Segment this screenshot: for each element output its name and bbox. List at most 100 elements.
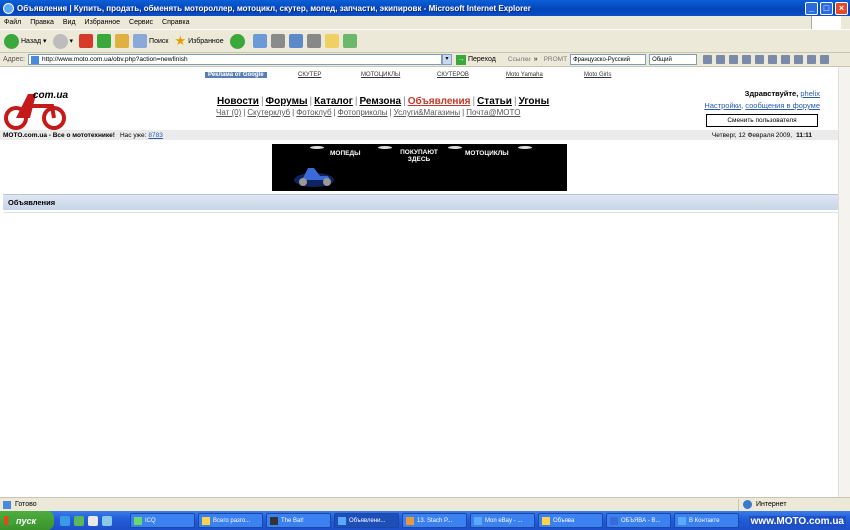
online-count-link[interactable]: 8783: [148, 132, 162, 139]
taskbar: пуск ICQ Всего разго... The Bat! Объявле…: [0, 511, 850, 530]
menu-file[interactable]: Файл: [4, 19, 21, 26]
ad-link-scooter[interactable]: СКУТЕР: [298, 72, 321, 78]
nav-articles[interactable]: Статьи: [477, 96, 512, 107]
maximize-button[interactable]: □: [820, 1, 833, 15]
tools-icon[interactable]: [794, 55, 804, 64]
help-icon[interactable]: [820, 55, 830, 64]
site-watermark: www.MOTO.com.ua: [748, 516, 846, 527]
chevron-icon[interactable]: »: [534, 56, 538, 63]
settings-icon[interactable]: [742, 55, 752, 64]
task-thebat[interactable]: The Bat!: [266, 513, 331, 528]
nav-thefts[interactable]: Угоны: [519, 96, 550, 107]
history-tool-icon[interactable]: [768, 55, 778, 64]
nav-forums[interactable]: Форумы: [266, 96, 308, 107]
links-button[interactable]: Ссылки: [508, 56, 531, 63]
nav-classifieds[interactable]: Объявления: [408, 96, 471, 107]
go-button[interactable]: → Переход: [455, 54, 496, 65]
task-ebay[interactable]: Mon eBay - ...: [470, 513, 535, 528]
folder-icon: [542, 516, 550, 525]
translate-page-icon[interactable]: [716, 55, 726, 64]
ad-link-motorcycles[interactable]: МОТОЦИКЛЫ: [361, 72, 400, 78]
word-icon: [610, 516, 618, 525]
zoom-icon[interactable]: [781, 55, 791, 64]
translate-direction-select[interactable]: Французско-Русский: [570, 54, 647, 65]
messenger-icon[interactable]: [342, 34, 357, 48]
options-icon[interactable]: [755, 55, 765, 64]
home-icon[interactable]: [115, 34, 130, 48]
forward-button[interactable]: ▾: [52, 33, 73, 49]
online-label: Нас уже:: [119, 131, 147, 139]
ie-icon: [338, 516, 346, 525]
subnav-scooterclub[interactable]: Скутерклуб: [247, 108, 290, 117]
moto-logo[interactable]: com.ua: [4, 86, 70, 130]
ad-link-girls[interactable]: Moto Girls: [584, 72, 611, 78]
quick-launch: [60, 515, 116, 526]
lamp-icon: [378, 146, 392, 149]
sub-navigation: Чат (0) | Скутерклуб | Фотоклуб | Фотоприколы |…: [216, 108, 521, 117]
settings-link[interactable]: Настройки: [704, 101, 741, 110]
username-link[interactable]: phelix: [800, 89, 820, 98]
main-navigation: Новости | Форумы | Каталог | Ремзона | Объявлени…: [217, 96, 550, 107]
windows-logo-icon: [811, 16, 841, 29]
nav-catalog[interactable]: Каталог: [314, 96, 353, 107]
favorites-button[interactable]: ★ Избранное: [174, 33, 223, 49]
discuss-icon[interactable]: [306, 34, 321, 48]
translator-tools: [703, 55, 833, 64]
dictionary-icon[interactable]: [729, 55, 739, 64]
translate-icon[interactable]: [703, 55, 713, 64]
task-folder2[interactable]: Объява: [538, 513, 603, 528]
task-classifieds[interactable]: Объявлени...: [334, 513, 399, 528]
section-title: Объявления: [8, 198, 56, 207]
task-folder[interactable]: Всего разго...: [198, 513, 263, 528]
nav-news[interactable]: Новости: [217, 96, 259, 107]
menu-edit[interactable]: Правка: [30, 19, 54, 26]
minimize-button[interactable]: _: [805, 1, 818, 15]
start-button[interactable]: пуск: [0, 511, 54, 530]
refresh-icon[interactable]: [97, 34, 112, 48]
task-doc[interactable]: ОБЪЯВА - В...: [606, 513, 671, 528]
google-ads-label[interactable]: Реклама от Google: [205, 72, 267, 78]
nav-repair[interactable]: Ремзона: [360, 96, 402, 107]
folder-icon[interactable]: [324, 34, 339, 48]
ad-banner[interactable]: МОПЕДЫ ПОКУПАЮТ ЗДЕСЬ МОТОЦИКЛЫ: [272, 144, 567, 191]
dictionary-select[interactable]: Общий: [649, 54, 698, 65]
search-button[interactable]: Поиск: [133, 34, 168, 48]
subnav-chat[interactable]: Чат (0): [216, 108, 241, 117]
explorer-quicklaunch-icon[interactable]: [102, 515, 112, 526]
menu-help[interactable]: Справка: [162, 19, 189, 26]
task-buttons: ICQ Всего разго... The Bat! Объявлени...…: [130, 513, 742, 528]
menu-favorites[interactable]: Избранное: [85, 19, 120, 26]
history-icon[interactable]: [229, 33, 245, 49]
subnav-services[interactable]: Услуги&Магазины: [394, 108, 461, 117]
back-button[interactable]: Назад ▾: [4, 33, 47, 49]
ad-link-yamaha[interactable]: Moto Yamaha: [506, 72, 543, 78]
title-bar: Объявления | Купить, продать, обменять м…: [0, 0, 850, 16]
subnav-photofun[interactable]: Фотоприколы: [338, 108, 388, 117]
page-done-icon: [3, 500, 11, 509]
stop-icon[interactable]: [79, 34, 94, 48]
ie-quicklaunch-icon[interactable]: [60, 515, 70, 526]
switch-user-button[interactable]: Сменить пользователя: [706, 114, 818, 127]
task-music[interactable]: 13. Stach P...: [402, 513, 467, 528]
desktop-quicklaunch-icon[interactable]: [88, 515, 98, 526]
lamp-icon: [310, 146, 324, 149]
forum-messages-link[interactable]: сообщения в форуме: [745, 101, 820, 110]
subnav-mail[interactable]: Почта@MOTO: [466, 108, 520, 117]
vertical-scrollbar[interactable]: [838, 67, 850, 497]
media-quicklaunch-icon[interactable]: [74, 515, 84, 526]
edit-icon[interactable]: [288, 34, 303, 48]
address-dropdown[interactable]: ▾: [441, 54, 452, 65]
menu-tools[interactable]: Сервис: [129, 19, 153, 26]
close-tool-icon[interactable]: [807, 55, 817, 64]
ie-icon: [678, 516, 686, 525]
subnav-photoclub[interactable]: Фотоклуб: [296, 108, 331, 117]
mail-icon[interactable]: [252, 34, 267, 48]
task-vkontakte[interactable]: В Контакте: [674, 513, 739, 528]
go-arrow-icon: →: [455, 54, 466, 65]
task-icq[interactable]: ICQ: [130, 513, 195, 528]
close-button[interactable]: ×: [835, 1, 848, 15]
menu-view[interactable]: Вид: [63, 19, 76, 26]
print-icon[interactable]: [270, 34, 285, 48]
address-input[interactable]: http://www.moto.com.ua/obv.php?action=ne…: [27, 54, 442, 65]
ad-link-scooters[interactable]: СКУТЕРОВ: [437, 72, 469, 78]
